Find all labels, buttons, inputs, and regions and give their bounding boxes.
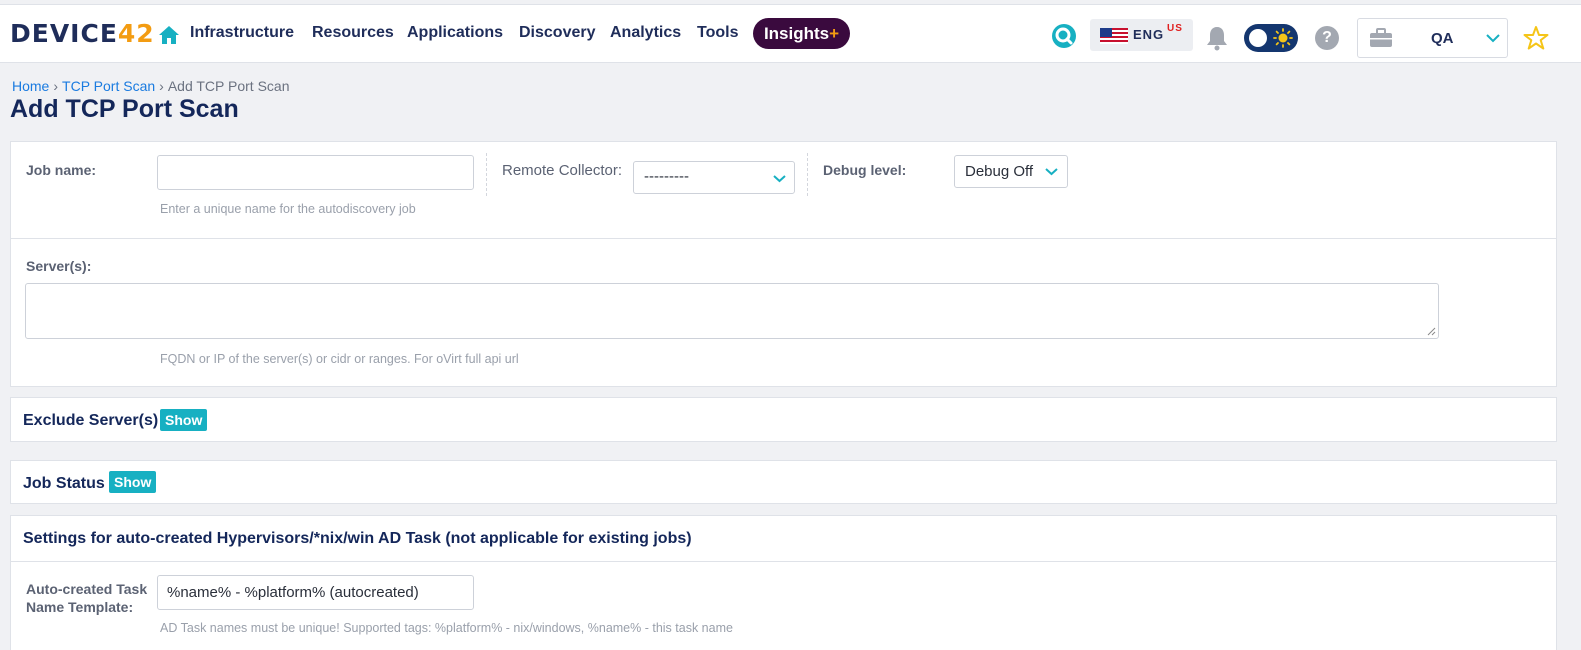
- sun-icon: [1273, 28, 1293, 48]
- flag-icon: [1100, 28, 1128, 44]
- theme-toggle[interactable]: [1244, 24, 1298, 52]
- field-divider: [807, 153, 808, 196]
- servers-textarea[interactable]: [25, 283, 1439, 339]
- toggle-knob: [1249, 29, 1267, 47]
- language-selector[interactable]: ENG US: [1090, 19, 1193, 51]
- job-status-title: Job Status: [23, 475, 105, 492]
- debug-level-select[interactable]: Debug Off: [954, 155, 1068, 188]
- exclude-servers-show-button[interactable]: Show: [160, 409, 208, 431]
- exclude-servers-panel: Exclude Server(s) Show: [10, 397, 1557, 442]
- job-name-help: Enter a unique name for the autodiscover…: [160, 202, 416, 216]
- job-form-panel: Job name: Enter a unique name for the au…: [10, 141, 1557, 387]
- logo-number: 42: [117, 19, 155, 48]
- insights-label: Insights: [763, 24, 830, 43]
- debug-level-label: Debug level:: [823, 162, 907, 178]
- insights-button[interactable]: Insights+: [753, 18, 850, 49]
- logo-text: DEVICE: [10, 19, 118, 48]
- page-title: Add TCP Port Scan: [10, 95, 239, 123]
- job-name-label: Job name:: [26, 162, 97, 178]
- workspace-label: QA: [1431, 30, 1454, 47]
- briefcase-icon: [1370, 28, 1392, 47]
- nav-discovery[interactable]: Discovery: [519, 24, 596, 42]
- job-name-input[interactable]: [157, 155, 474, 190]
- nav-tools[interactable]: Tools: [697, 24, 738, 42]
- servers-label: Server(s):: [26, 258, 92, 274]
- autocreated-task-settings-panel: Settings for auto-created Hypervisors/*n…: [10, 515, 1557, 650]
- job-status-show-button[interactable]: Show: [109, 471, 157, 493]
- nav-applications[interactable]: Applications: [407, 24, 503, 42]
- breadcrumb-tcp-port-scan[interactable]: TCP Port Scan: [62, 78, 155, 94]
- help-icon[interactable]: ?: [1315, 26, 1339, 50]
- remote-collector-label: Remote Collector:: [502, 162, 623, 179]
- language-code: ENG: [1133, 27, 1165, 42]
- region-code: US: [1167, 23, 1183, 34]
- servers-help: FQDN or IP of the server(s) or cidr or r…: [160, 352, 519, 366]
- job-status-panel: Job Status Show: [10, 460, 1557, 504]
- breadcrumb-home[interactable]: Home: [12, 78, 49, 94]
- remote-collector-select[interactable]: ---------: [633, 161, 795, 194]
- debug-level-value: Debug Off: [965, 163, 1034, 180]
- breadcrumb-current: Add TCP Port Scan: [167, 78, 290, 94]
- resize-handle-icon[interactable]: [1427, 327, 1436, 336]
- nav-analytics[interactable]: Analytics: [610, 24, 681, 42]
- device42-logo[interactable]: DEVICE42: [10, 19, 155, 48]
- section-divider: [11, 561, 1556, 562]
- exclude-servers-title: Exclude Server(s): [23, 412, 159, 429]
- chevron-down-icon: [1045, 168, 1058, 176]
- task-template-label-line1: Auto-created Task: [26, 581, 148, 597]
- settings-title: Settings for auto-created Hypervisors/*n…: [23, 530, 692, 547]
- bell-icon[interactable]: [1205, 25, 1229, 51]
- home-icon[interactable]: [158, 25, 180, 45]
- section-divider: [11, 238, 1556, 239]
- breadcrumb-separator: ›: [159, 78, 164, 94]
- search-icon[interactable]: [1051, 23, 1077, 49]
- field-divider: [486, 153, 487, 196]
- nav-resources[interactable]: Resources: [312, 24, 394, 42]
- remote-collector-value: ---------: [644, 168, 689, 185]
- breadcrumb-separator: ›: [53, 78, 59, 94]
- chevron-down-icon: [773, 175, 786, 183]
- star-icon[interactable]: [1523, 25, 1549, 51]
- workspace-selector[interactable]: QA: [1357, 18, 1508, 58]
- chevron-down-icon: [1486, 34, 1500, 43]
- task-name-template-input[interactable]: [157, 575, 474, 610]
- top-navigation-bar: DEVICE42 Infrastructure Resources Applic…: [0, 4, 1581, 63]
- nav-infrastructure[interactable]: Infrastructure: [190, 24, 294, 42]
- breadcrumb: Home › TCP Port Scan › Add TCP Port Scan: [12, 78, 290, 94]
- task-template-label-line2: Name Template:: [26, 599, 134, 615]
- insights-plus: +: [829, 24, 840, 43]
- task-template-help: AD Task names must be unique! Supported …: [160, 621, 733, 635]
